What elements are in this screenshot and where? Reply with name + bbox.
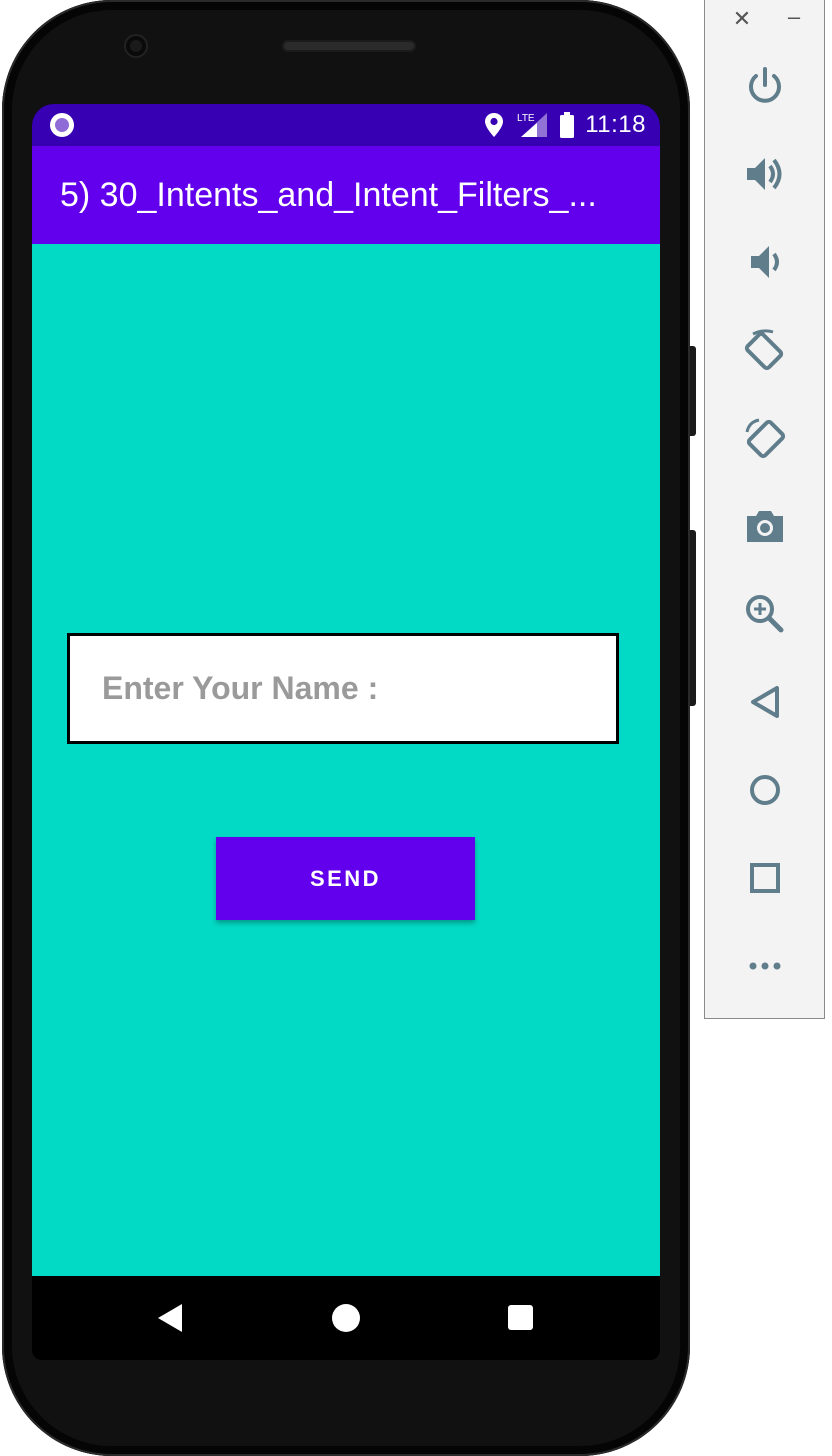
front-camera <box>126 36 146 56</box>
volume-up-icon <box>747 158 782 190</box>
zoom-button[interactable] <box>737 586 793 642</box>
notification-dot-icon <box>50 113 74 137</box>
location-icon <box>485 113 504 137</box>
minimize-icon[interactable]: – <box>783 4 805 30</box>
lte-signal-icon: LTE <box>517 113 548 137</box>
name-input[interactable] <box>67 633 619 744</box>
status-clock: 11:18 <box>585 111 646 138</box>
rotate-left-icon <box>744 329 784 371</box>
back-icon[interactable] <box>158 1304 182 1332</box>
more-icon <box>749 962 781 970</box>
toolbar-home-button[interactable] <box>737 762 793 818</box>
send-button[interactable]: SEND <box>216 837 475 920</box>
camera-icon <box>747 511 783 542</box>
volume-down-button[interactable] <box>737 234 793 290</box>
app-title: 5) 30_Intents_and_Intent_Filters_... <box>60 176 597 214</box>
power-button[interactable] <box>737 58 793 114</box>
earpiece-speaker <box>282 40 416 52</box>
rotate-right-icon <box>745 418 786 459</box>
rotate-right-button[interactable] <box>737 410 793 466</box>
toolbar-back-button[interactable] <box>737 674 793 730</box>
phone-screen: LTE 11:18 5) 30_Intents_and_Intent_Filte… <box>32 104 660 1360</box>
phone-side-button-upper <box>690 346 696 436</box>
toolbar-overview-button[interactable] <box>737 850 793 906</box>
power-icon <box>749 67 781 103</box>
phone-side-button-lower <box>690 530 696 706</box>
zoom-icon <box>746 595 784 633</box>
main-content: SEND <box>32 244 660 1276</box>
volume-down-icon <box>751 246 779 278</box>
status-icons: LTE 11:18 <box>483 104 646 146</box>
status-bar: LTE 11:18 <box>32 104 660 146</box>
home-icon <box>750 775 780 805</box>
volume-up-button[interactable] <box>737 146 793 202</box>
back-icon <box>751 686 779 718</box>
close-icon[interactable]: ✕ <box>731 6 753 32</box>
more-button[interactable] <box>737 938 793 994</box>
emulator-toolbar: ✕ – <box>704 0 825 1019</box>
overview-icon <box>750 863 780 893</box>
navigation-bar <box>32 1276 660 1360</box>
rotate-left-button[interactable] <box>737 322 793 378</box>
battery-icon <box>560 112 575 138</box>
home-icon[interactable] <box>332 1304 360 1332</box>
app-bar: 5) 30_Intents_and_Intent_Filters_... <box>32 146 660 244</box>
svg-text:LTE: LTE <box>517 113 535 124</box>
screenshot-button[interactable] <box>737 498 793 554</box>
recents-icon[interactable] <box>508 1305 533 1330</box>
phone-frame: LTE 11:18 5) 30_Intents_and_Intent_Filte… <box>2 0 696 1456</box>
